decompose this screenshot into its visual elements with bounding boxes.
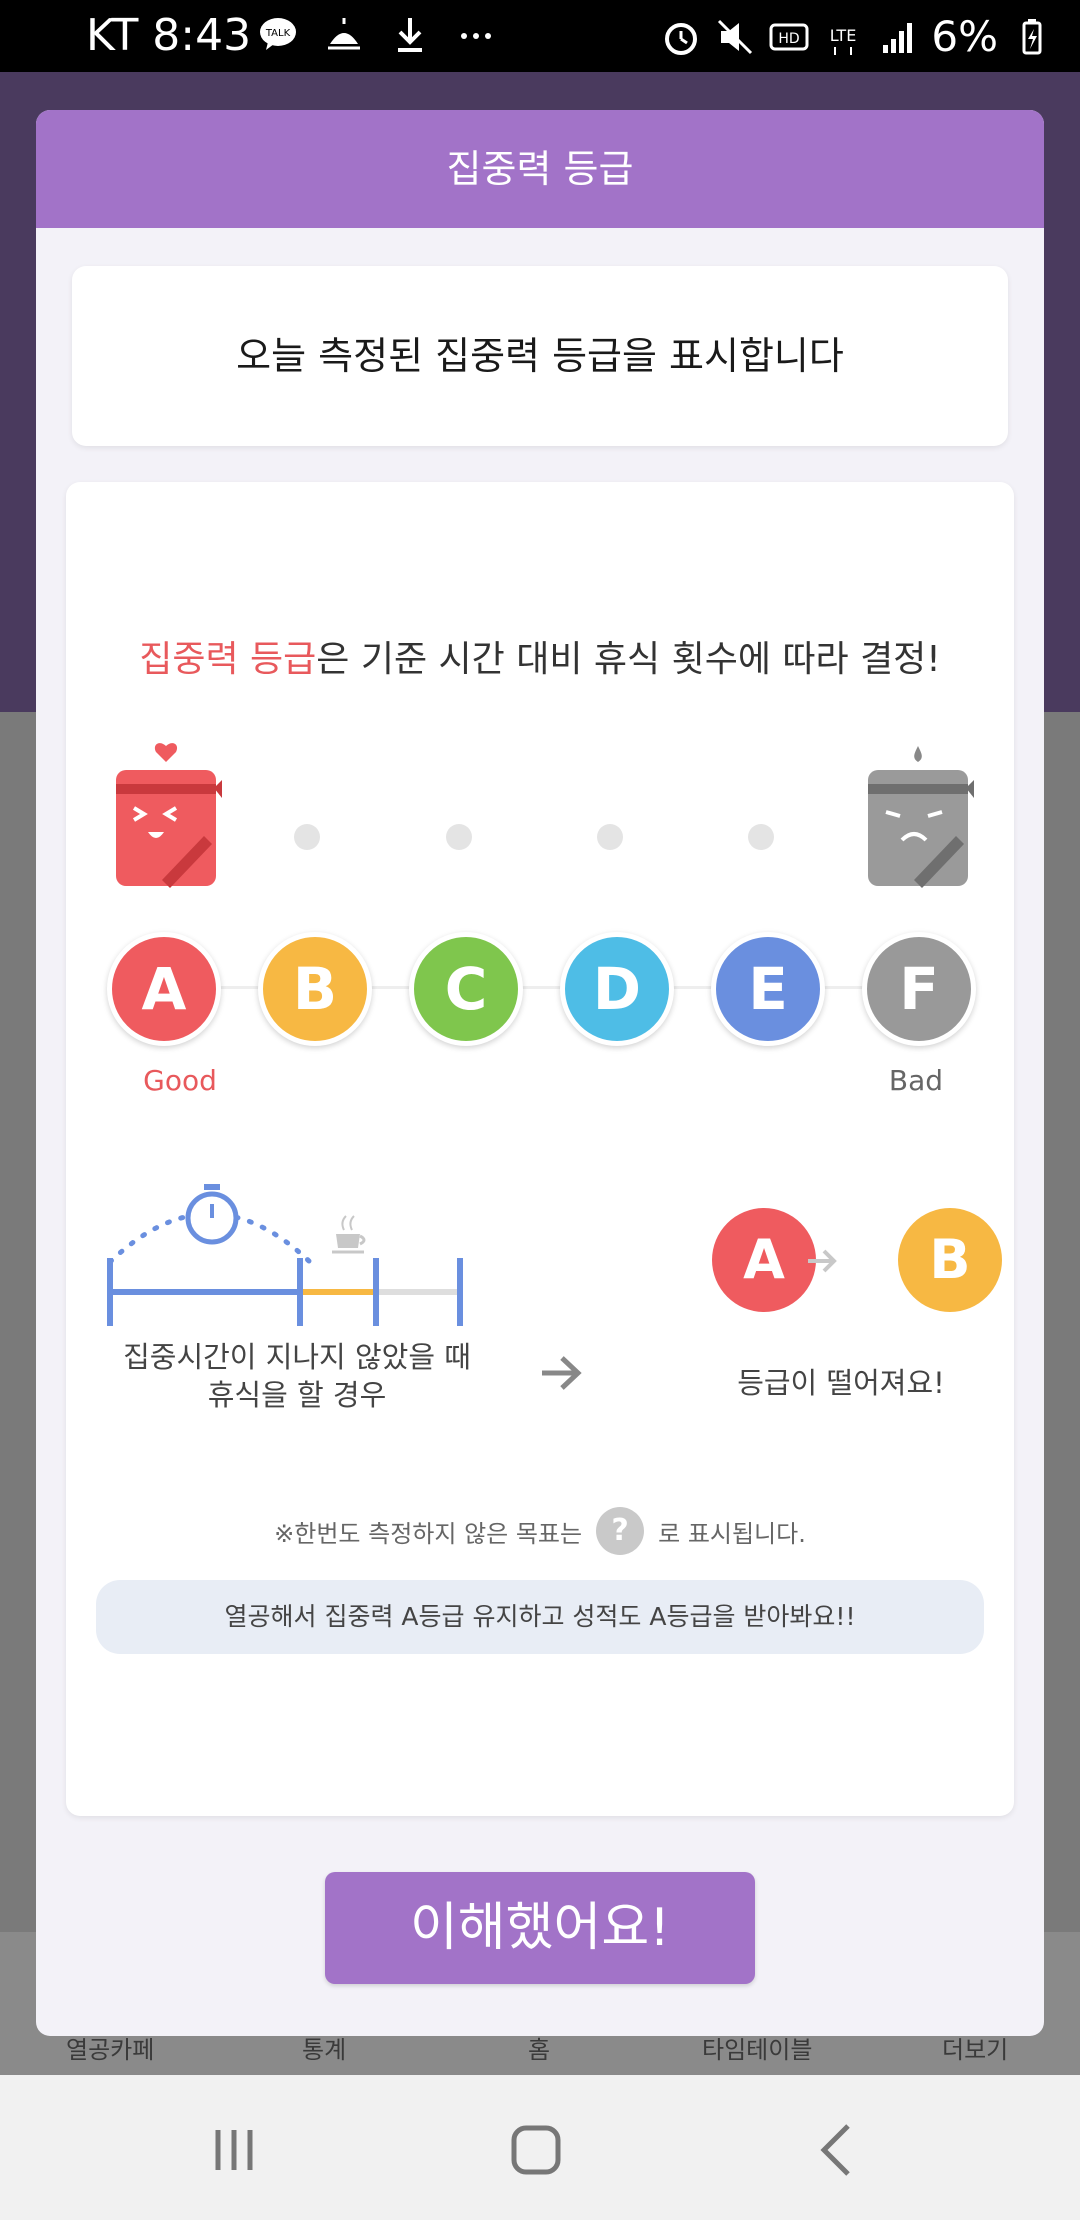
note-text-before: ※한번도 측정하지 않은 목표는 xyxy=(274,1519,583,1548)
grade-c-badge: C xyxy=(409,932,523,1046)
grade-dot xyxy=(748,824,774,850)
sad-mascot-icon xyxy=(868,746,974,888)
note-text-after: 로 표시됩니다. xyxy=(658,1519,806,1548)
bad-label: Bad xyxy=(888,1064,944,1097)
svg-text:TALK: TALK xyxy=(265,28,291,39)
headline: 집중력 등급은 기준 시간 대비 휴식 횟수에 따라 결정! xyxy=(66,630,1014,682)
description-text: 오늘 측정된 집중력 등급을 표시합니다 xyxy=(236,334,844,378)
headline-highlight: 집중력 등급 xyxy=(139,639,317,680)
break-condition-caption: 집중시간이 지나지 않았을 때 휴식을 할 경우 xyxy=(102,1338,492,1414)
break-timeline-illustration xyxy=(107,1184,463,1326)
grade-dot xyxy=(446,824,472,850)
good-label: Good xyxy=(143,1064,217,1097)
system-navigation-bar xyxy=(0,2075,1080,2220)
status-icons-right: HD LTE 6% xyxy=(661,12,1052,61)
headline-rest: 은 기준 시간 대비 휴식 횟수에 따라 결정! xyxy=(316,639,941,680)
status-bar: KT 8:43 TALK HD LTE 6% xyxy=(0,0,1080,72)
understood-button[interactable]: 이해했어요! xyxy=(325,1872,755,1984)
dialog-title: 집중력 등급 xyxy=(446,147,634,191)
status-icons-left: TALK xyxy=(258,14,496,54)
grade-d-badge: D xyxy=(560,932,674,1046)
back-icon[interactable] xyxy=(808,2120,868,2180)
signal-icon xyxy=(883,22,913,53)
example-grade-from: A xyxy=(712,1208,816,1312)
lte-icon: LTE xyxy=(830,26,857,55)
svg-text:LTE: LTE xyxy=(830,26,857,45)
home-icon[interactable] xyxy=(506,2120,566,2180)
talk-icon: TALK xyxy=(260,18,296,50)
small-arrow-icon xyxy=(808,1249,837,1273)
svg-text:HD: HD xyxy=(779,31,800,47)
grade-dot xyxy=(294,824,320,850)
mute-icon xyxy=(718,19,753,54)
battery-icon xyxy=(1022,18,1042,54)
grade-dot xyxy=(597,824,623,850)
grade-info-dialog: 집중력 등급 오늘 측정된 집중력 등급을 표시합니다 집중력 등급은 기준 시… xyxy=(36,110,1044,2036)
example-grade-to: B xyxy=(898,1208,1002,1312)
grade-b-badge: B xyxy=(258,932,372,1046)
grade-e-badge: E xyxy=(711,932,825,1046)
more-dots-icon xyxy=(461,33,491,39)
alarm-icon xyxy=(665,22,698,55)
question-mark-icon: ? xyxy=(596,1507,645,1555)
caption-line-1: 집중시간이 지나지 않았을 때 xyxy=(123,1340,471,1374)
encouragement-tip: 열공해서 집중력 A등급 유지하고 성적도 A등급을 받아봐요!! xyxy=(96,1580,984,1654)
grade-drop-caption: 등급이 떨어져요! xyxy=(737,1366,945,1400)
grade-f-badge: F xyxy=(862,932,976,1046)
description-card: 오늘 측정된 집중력 등급을 표시합니다 xyxy=(72,266,1008,446)
recent-apps-icon[interactable] xyxy=(204,2120,264,2180)
hd-icon: HD xyxy=(769,23,809,50)
grade-explanation-card: 집중력 등급은 기준 시간 대비 휴식 횟수에 따라 결정! A B C D E… xyxy=(66,482,1014,1816)
caption-line-2: 휴식을 할 경우 xyxy=(207,1378,387,1412)
battery-percent: 6% xyxy=(931,12,998,61)
weather-icon xyxy=(328,18,360,50)
happy-mascot-icon xyxy=(116,743,222,888)
download-icon xyxy=(398,18,422,52)
grade-a-badge: A xyxy=(107,932,221,1046)
carrier-time: KT 8:43 xyxy=(86,10,252,61)
dialog-header: 집중력 등급 xyxy=(36,110,1044,228)
unmeasured-note: ※한번도 측정하지 않은 목표는 ? 로 표시됩니다. xyxy=(66,1506,1014,1556)
arrow-right-icon xyxy=(542,1356,582,1390)
